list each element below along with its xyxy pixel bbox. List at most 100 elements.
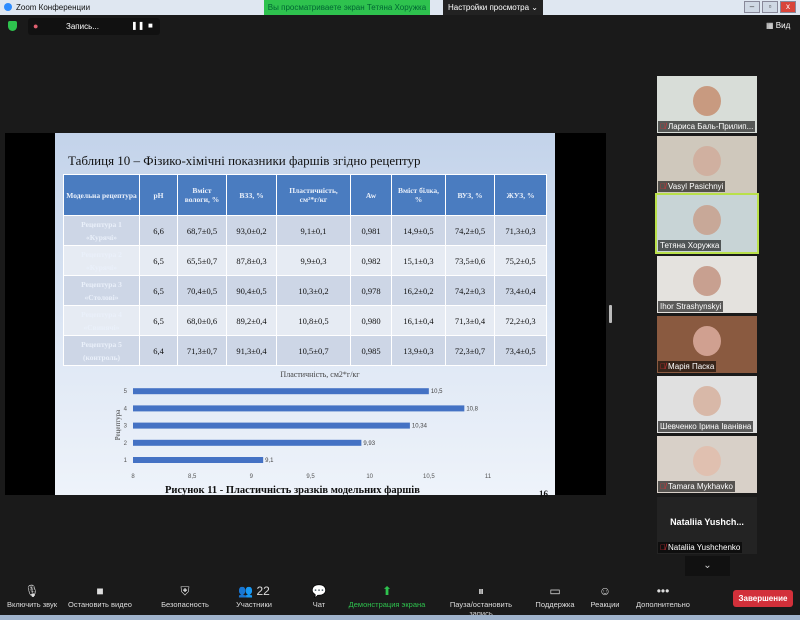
stop-video-icon: ■ <box>96 584 104 598</box>
zoom-app-icon <box>4 3 12 11</box>
participant-name-label: Тетяна Хоружка <box>658 240 722 251</box>
toolbar-label: Остановить видео <box>68 600 132 609</box>
bar <box>133 405 465 412</box>
view-button[interactable]: ▦ Вид <box>766 21 790 30</box>
table-cell: 72,2±0,3 <box>494 305 547 336</box>
participant-tile[interactable]: 🎙̸ Vasyl Pasichnyi <box>657 136 757 193</box>
table-cell: 70,4±0,5 <box>177 275 227 306</box>
participant-video <box>693 446 721 476</box>
table-row: Рецептура 3 «Столові» 6,5 70,4±0,5 90,4±0,5… <box>63 275 547 306</box>
bar <box>133 422 410 429</box>
bar <box>133 388 429 395</box>
participant-tile[interactable]: 🎙̸ Марія Паска <box>657 316 757 373</box>
participant-name-label: 🎙̸ Марія Паска <box>658 361 717 372</box>
scroll-down-chevron-icon[interactable]: ⌄ <box>685 556 730 576</box>
chart-title: Пластичність, см2*г/кг <box>280 370 360 379</box>
y-tick-label: 5 <box>124 389 128 395</box>
table-cell: 16,2±0,2 <box>391 275 446 306</box>
column-header: ЖУЗ, % <box>494 174 547 216</box>
table-cell: 14,9±0,5 <box>391 215 446 246</box>
participant-video <box>693 386 721 416</box>
y-tick-label: 1 <box>124 458 128 464</box>
muted-mic-icon: 🎙̸ <box>660 543 666 552</box>
table-cell: 6,5 <box>139 305 178 336</box>
minimize-button[interactable]: – <box>744 1 760 13</box>
stop-video-button[interactable]: ■ Остановить видео <box>60 583 140 609</box>
bar <box>133 439 362 446</box>
share-screen-button[interactable]: ⬆ Демонстрация экрана <box>347 583 427 609</box>
column-header: ВЗЗ, % <box>226 174 277 216</box>
x-tick-label: 9 <box>250 474 254 480</box>
table-cell: 0,982 <box>350 245 392 276</box>
table-row: Рецептура 5 (контроль) 6,4 71,3±0,7 91,3±0,… <box>63 335 547 366</box>
toolbar-label: Реакции <box>590 600 620 609</box>
table-cell: 0,981 <box>350 215 392 246</box>
table-row: Рецептура 4 «Свинячі» 6,5 68,0±0,6 89,2±0,4… <box>63 305 547 336</box>
toolbar-label: Участники <box>236 600 272 609</box>
security-shield-icon[interactable] <box>8 21 17 31</box>
data-label: 10,5 <box>431 389 443 395</box>
table-row: Рецептура 1 «Курячі» 6,6 68,7±0,5 93,0±0,2 9… <box>63 215 547 246</box>
pause-recording-icon[interactable]: ❚❚ <box>131 21 144 30</box>
participant-video <box>693 86 721 116</box>
panel-resize-handle[interactable] <box>609 305 612 323</box>
participant-tile[interactable]: Nataliia Yushch... 🎙̸ Nataliia Yushchenko <box>657 497 757 554</box>
table-cell: 9,1±0,1 <box>276 215 351 246</box>
participant-name-label: 🎙̸ Vasyl Pasichnyi <box>658 181 726 192</box>
physico-chemical-table: Модельна рецептура pH Вміст вологи, % ВЗЗ, … <box>63 174 547 366</box>
y-tick-label: 4 <box>124 406 128 412</box>
participant-name-label: 🎙̸ Лариса Баль-Прилип... <box>658 121 756 132</box>
column-header: Модельна рецептура <box>63 174 140 216</box>
participant-tile[interactable]: 🎙̸ Лариса Баль-Прилип... <box>657 76 757 133</box>
participant-name: Nataliia Yushchenko <box>668 543 741 552</box>
window-title: Zoom Конференции <box>16 3 91 12</box>
table-cell: 68,0±0,6 <box>177 305 227 336</box>
view-settings-button[interactable]: Настройки просмотра ⌄ <box>443 0 543 15</box>
participant-name-label: 🎙̸ Tamara Mykhavko <box>658 481 735 492</box>
close-button[interactable]: x <box>780 1 796 13</box>
x-tick-label: 11 <box>485 474 492 480</box>
table-cell: 75,2±0,5 <box>494 245 547 276</box>
table-row: Рецептура 2 «Курячі» 6,5 65,5±0,7 87,8±0,3 9… <box>63 245 547 276</box>
participant-tile[interactable]: Шевченко Ірина Іванівна <box>657 376 757 433</box>
participant-name-label: 🎙̸ Nataliia Yushchenko <box>658 542 743 553</box>
table-cell: 15,1±0,3 <box>391 245 446 276</box>
table-cell: 90,4±0,5 <box>226 275 277 306</box>
data-label: 10,34 <box>412 424 428 430</box>
participant-tile[interactable]: Тетяна Хоружка <box>655 193 759 254</box>
slide-title: Таблиця 10 – Фізико-хімічні показники фа… <box>68 153 421 168</box>
participant-name: Лариса Баль-Прилип... <box>668 122 754 131</box>
participant-tile[interactable]: Ihor Strashynskyi <box>657 256 757 313</box>
table-cell: 10,3±0,2 <box>276 275 351 306</box>
stop-recording-icon[interactable]: ■ <box>148 21 153 30</box>
table-cell: 71,3±0,3 <box>494 215 547 246</box>
participant-name: Tamara Mykhavko <box>668 482 733 491</box>
muted-mic-icon: 🎙̸ <box>660 122 666 131</box>
view-label: Вид <box>775 21 791 30</box>
plasticity-bar-chart: Пластичність, см2*г/кг Рецептура 1 9,1 2 9,93… <box>114 370 492 480</box>
table-cell: 6,5 <box>139 275 178 306</box>
data-label: 9,1 <box>265 458 274 464</box>
column-header: Пластичність, см²*г/кг <box>276 174 351 216</box>
table-cell: 71,3±0,7 <box>177 335 227 366</box>
maximize-button[interactable]: ▫ <box>762 1 778 13</box>
table-cell: 0,980 <box>350 305 392 336</box>
figure-caption: Рисунок 11 - Пластичність зразків модель… <box>165 485 420 496</box>
participant-tile[interactable]: 🎙̸ Tamara Mykhavko <box>657 436 757 493</box>
table-cell: 13,9±0,3 <box>391 335 446 366</box>
pause-stop-recording-button[interactable]: ⏸ Пауза/остановить запись <box>441 583 521 618</box>
pause-stop-recording-icon: ⏸ <box>477 584 484 598</box>
toolbar-label: Дополнительно <box>636 600 690 609</box>
table-cell: 93,0±0,2 <box>226 215 277 246</box>
row-name: Рецептура 2 «Курячі» <box>63 245 140 276</box>
more-button[interactable]: ••• Дополнительно <box>623 583 703 609</box>
table-cell: 10,5±0,7 <box>276 335 351 366</box>
participant-name: Шевченко Ірина Іванівна <box>660 422 752 431</box>
end-meeting-button[interactable]: Завершение <box>733 590 793 607</box>
table-cell: 74,2±0,3 <box>445 275 495 306</box>
row-name: Рецептура 3 «Столові» <box>63 275 140 306</box>
slide-page-number: 16 <box>539 489 548 499</box>
security-button[interactable]: ⛨ Безопасность <box>145 583 225 609</box>
muted-mic-icon: 🎙̸ <box>660 362 666 371</box>
column-header: Вміст вологи, % <box>177 174 227 216</box>
